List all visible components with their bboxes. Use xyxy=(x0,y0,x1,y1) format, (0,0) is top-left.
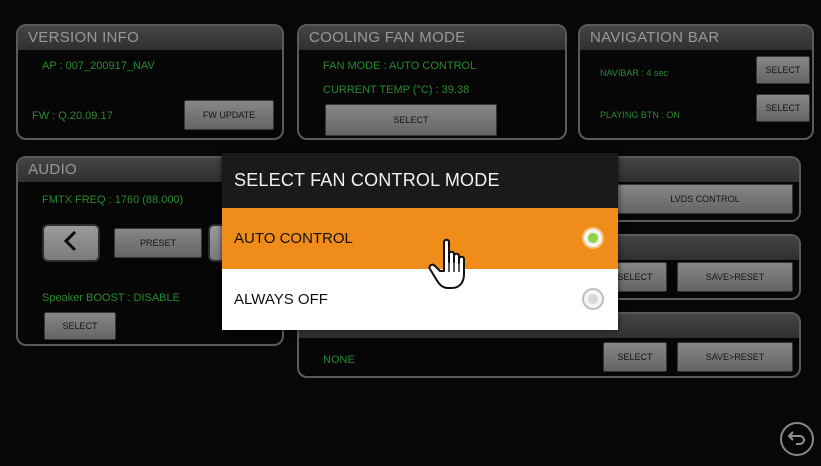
radio-always-off[interactable] xyxy=(582,288,604,310)
radio-auto-control[interactable] xyxy=(582,227,604,249)
option-always-off[interactable]: ALWAYS OFF xyxy=(222,269,618,330)
fan-control-mode-dialog: SELECT FAN CONTROL MODE AUTO CONTROL ALW… xyxy=(222,153,618,330)
radio-selected-dot xyxy=(588,233,598,243)
option-label: ALWAYS OFF xyxy=(234,291,328,308)
dialog-title: SELECT FAN CONTROL MODE xyxy=(222,153,618,208)
radio-unselected-dot xyxy=(588,294,598,304)
option-auto-control[interactable]: AUTO CONTROL xyxy=(222,208,618,289)
option-label: AUTO CONTROL xyxy=(234,230,353,247)
